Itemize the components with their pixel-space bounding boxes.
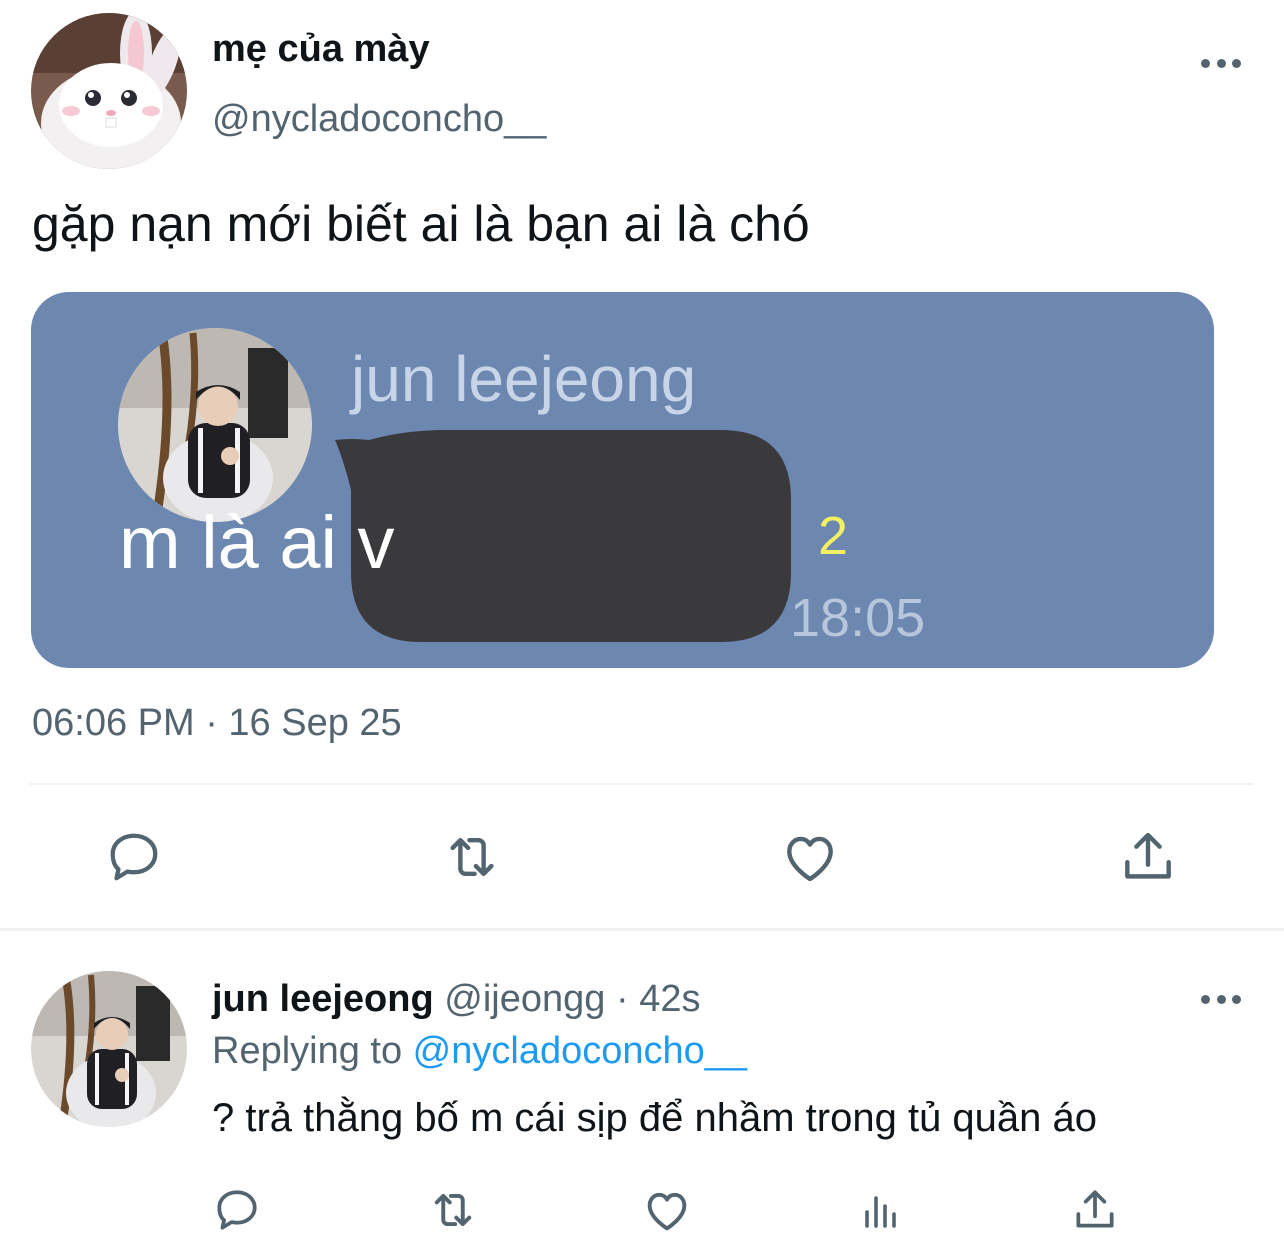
reply-reply-button[interactable] [202, 1175, 272, 1245]
author-display-name[interactable]: mẹ của mày [212, 28, 430, 71]
retweet-icon [434, 1193, 472, 1227]
like-button[interactable] [775, 822, 845, 892]
reply-button[interactable] [99, 822, 169, 892]
more-options-icon[interactable] [1201, 56, 1241, 70]
retweet-button[interactable] [437, 822, 507, 892]
reply-header: jun leejeong @ijeongg · 42s [212, 978, 700, 1021]
reply-icon [110, 833, 158, 881]
replying-to-mention[interactable]: @nycladoconcho__ [413, 1030, 747, 1072]
tweet-timestamp[interactable]: 06:06 PM · 16 Sep 25 [32, 702, 402, 745]
meta-separator: · [605, 978, 640, 1020]
reply-views-button[interactable] [846, 1175, 916, 1245]
chat-contact-avatar [118, 328, 312, 522]
reply-author-handle[interactable]: @ijeongg [444, 978, 605, 1020]
reply-author-name[interactable]: jun leejeong [212, 978, 434, 1020]
more-options-icon[interactable] [1201, 992, 1241, 1006]
author-handle[interactable]: @nycladoconcho__ [212, 98, 546, 141]
replying-to-line: Replying to @nycladoconcho__ [212, 1030, 747, 1073]
reply-text: ? trả thằng bố m cái sịp để nhầm trong t… [212, 1096, 1098, 1140]
share-icon [1076, 1190, 1114, 1228]
reply-like-button[interactable] [632, 1175, 702, 1245]
tweet-text: gặp nạn mới biết ai là bạn ai là chó [32, 196, 810, 252]
like-icon [647, 1192, 687, 1231]
tweet-media-image[interactable]: jun leejeong m là ai v 2 18:05 [31, 292, 1214, 668]
reply-icon [217, 1190, 257, 1230]
replying-prefix: Replying to [212, 1030, 413, 1072]
author-avatar[interactable] [31, 13, 187, 169]
like-icon [787, 836, 833, 882]
share-icon [1125, 832, 1171, 879]
section-divider [0, 928, 1284, 931]
views-icon [865, 1196, 896, 1228]
white-rabbit-avatar [31, 13, 187, 169]
chat-contact-name: jun leejeong [351, 343, 697, 415]
reply-age[interactable]: 42s [639, 978, 700, 1020]
person-photo-avatar [118, 328, 312, 522]
tweet-detail-page: mẹ của mày @nycladoconcho__ gặp nạn mới … [0, 0, 1284, 1245]
person-photo-avatar [31, 971, 187, 1127]
reply-retweet-button[interactable] [418, 1175, 488, 1245]
reply-author-avatar[interactable] [31, 971, 187, 1127]
message-text: m là ai v [119, 501, 395, 584]
reply-share-button[interactable] [1060, 1175, 1130, 1245]
divider [30, 783, 1254, 785]
unread-count: 2 [818, 506, 849, 566]
message-time: 18:05 [790, 588, 926, 648]
share-button[interactable] [1113, 822, 1183, 892]
retweet-icon [450, 838, 494, 876]
